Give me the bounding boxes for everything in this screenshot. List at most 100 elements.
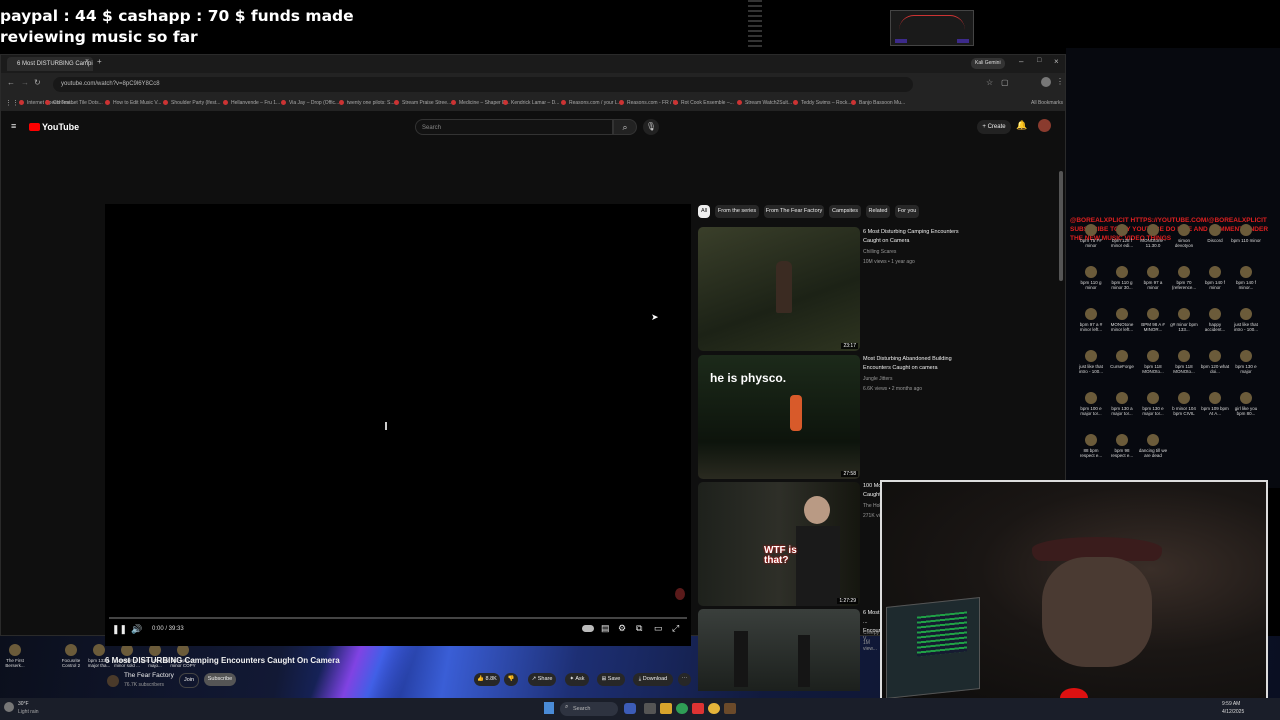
desktop-icon[interactable]: just like that intro - 100...	[1076, 350, 1106, 374]
all-bookmarks[interactable]: All Bookmarks	[1031, 100, 1063, 106]
desktop-icon[interactable]: MONOtone minor left...	[1107, 308, 1137, 332]
desktop-icon[interactable]: bpm 70 (reference...	[1169, 266, 1199, 290]
bookmark-item[interactable]: twenty one pilots: S...	[339, 100, 395, 106]
desktop-icon[interactable]: just like that intro - 100...	[1231, 308, 1261, 332]
bookmark-item[interactable]: Medicine – Shaper E...	[451, 100, 510, 106]
search-button-icon[interactable]: ⌕	[613, 119, 637, 135]
bookmark-item[interactable]: Teddy Swims – Rock...	[793, 100, 852, 106]
taskview-icon[interactable]	[624, 703, 636, 714]
minimize-icon[interactable]: –	[1019, 57, 1023, 66]
desktop-icon[interactable]: bpm 130 e major	[1231, 350, 1261, 374]
desktop-icon[interactable]: bpm 118 MONOto...	[1169, 350, 1199, 374]
desktop-icon[interactable]: girl like you bpm 80...	[1231, 392, 1261, 416]
bookmark-item[interactable]: Via Jay – Drop (Offic...	[281, 100, 339, 106]
rec-thumb-2[interactable]: he is physco. 27:58	[698, 355, 860, 479]
like-button[interactable]: 👍 8.8K	[474, 673, 500, 686]
rec-title-2[interactable]: Most Disturbing Abandoned Building Encou…	[863, 355, 963, 373]
share-button[interactable]: ↗ Share	[528, 673, 556, 686]
channel-avatar[interactable]	[107, 675, 119, 687]
chip-from-channel[interactable]: From The Fear Factory	[764, 205, 824, 218]
desktop-icon[interactable]: MONOtone - 11.30.0	[1138, 224, 1168, 248]
tab-close-icon[interactable]: ×	[85, 58, 89, 65]
youtube-logo[interactable]: YouTube	[29, 122, 79, 132]
desktop-icon[interactable]: bpm 97 a # minor left...	[1076, 308, 1106, 332]
rec-thumb-1[interactable]: 23:17	[698, 227, 860, 351]
profile-avatar[interactable]	[1041, 77, 1051, 87]
extensions-icon[interactable]: ▢	[1001, 78, 1009, 87]
chip-campsites[interactable]: Campsites	[829, 205, 861, 218]
chip-for-you[interactable]: For you	[895, 205, 919, 218]
channel-name[interactable]: The Fear Factory	[124, 672, 174, 679]
page-scrollbar[interactable]	[1059, 171, 1063, 281]
download-button[interactable]: ⤓ Download	[633, 673, 673, 686]
desktop-icon[interactable]: bpm 118 MONOto...	[1138, 350, 1168, 374]
rec-title-1[interactable]: 6 Most Disturbing Camping Encounters Cau…	[863, 228, 963, 246]
desktop-icon[interactable]: g# minor bpm 133...	[1169, 308, 1199, 332]
fullscreen-icon[interactable]: ⤢	[672, 623, 679, 634]
video-player[interactable]: ➤ ❚❚ 🔊 0:00 / 39:33 ▤ ⚙ ⧉ ▭ ⤢	[105, 204, 691, 646]
app-icon-3[interactable]	[724, 703, 736, 714]
desktop-icon[interactable]: happy accident...	[1200, 308, 1230, 332]
ask-button[interactable]: ✦ Ask	[565, 673, 589, 686]
chrome-icon[interactable]	[708, 703, 720, 714]
bookmark-item[interactable]: How to Edit Music V...	[105, 100, 161, 106]
weather-icon[interactable]	[4, 702, 14, 712]
save-button[interactable]: ⊞ Save	[597, 673, 625, 686]
desktop-icon[interactable]: BPM 98 A # MINOR...	[1138, 308, 1168, 332]
desktop-icon[interactable]: bpm 130 e major tor...	[1138, 392, 1168, 416]
desktop-icon[interactable]: bpm 75 F# minor	[1076, 224, 1106, 248]
apps-icon[interactable]: ⋮⋮	[5, 99, 19, 107]
desktop-icon[interactable]: bpm 110 g minor 30...	[1107, 266, 1137, 290]
subscribe-button[interactable]: Subscribe	[204, 673, 236, 686]
maximize-icon[interactable]: □	[1037, 57, 1041, 64]
desktop-icon[interactable]: simon devotyon	[1169, 224, 1199, 248]
desktop-icon[interactable]: Focusrite Control 2	[56, 644, 86, 668]
chip-all[interactable]: All	[698, 205, 710, 218]
desktop-icon[interactable]: bpm 109 bpm At A...	[1200, 392, 1230, 416]
subtitles-icon[interactable]: ▤	[601, 623, 610, 634]
desktop-icon[interactable]: bpm 110 g minor	[1076, 266, 1106, 290]
desktop-icon[interactable]: dancing till we are dead	[1138, 434, 1168, 458]
hamburger-menu-icon[interactable]: ≡	[11, 121, 16, 131]
microphone-icon[interactable]: 🎙	[643, 119, 659, 135]
chip-related[interactable]: Related	[866, 205, 890, 218]
bookmark-item[interactable]: Rot Cook Ensemble –...	[673, 100, 734, 106]
progress-bar[interactable]	[109, 617, 687, 619]
start-icon[interactable]	[544, 702, 554, 714]
settings-gear-icon[interactable]: ⚙	[618, 623, 626, 634]
desktop-icon[interactable]: bpm 110 minor	[1231, 224, 1261, 243]
bookmark-item[interactable]: Chromebet Tile Dots...	[45, 100, 103, 106]
desktop-icon[interactable]: bpm 140 f minor	[1200, 266, 1230, 290]
bookmark-item[interactable]: Stream Praise Stree...	[394, 100, 451, 106]
rec-channel-2[interactable]: Jungle Jitters	[863, 376, 892, 382]
chip-from-series[interactable]: From the series	[715, 205, 759, 218]
create-button[interactable]: + Create	[977, 120, 1011, 134]
theater-mode-icon[interactable]: ▭	[654, 623, 663, 634]
desktop-icon[interactable]: bpm 97 a minor	[1138, 266, 1168, 290]
url-field[interactable]: youtube.com/watch?v=8pC9l6Y8Cc8	[53, 77, 913, 92]
close-window-icon[interactable]: ×	[1054, 57, 1059, 66]
bookmark-item[interactable]: Reasons.com / your L...	[561, 100, 622, 106]
bookmark-item[interactable]: Banjo Bassoon Mu...	[851, 100, 905, 106]
new-tab-icon[interactable]: +	[97, 57, 102, 66]
desktop-icon[interactable]: bpm 120 what doi...	[1200, 350, 1230, 374]
desktop-icon[interactable]: bpm 100 e major tor...	[1076, 392, 1106, 416]
rec-thumb-4[interactable]	[698, 609, 860, 691]
file-explorer-icon[interactable]	[660, 703, 672, 714]
desktop-icon[interactable]: The First Berserk...	[0, 644, 30, 668]
bookmark-item[interactable]: Kendrick Lamar – D...	[503, 100, 559, 106]
youtube-app-icon[interactable]	[692, 703, 704, 714]
rec-channel-1[interactable]: Chilling Scares	[863, 249, 896, 255]
desktop-icon[interactable]: bpm 140 f minor...	[1231, 266, 1261, 290]
desktop-icon[interactable]: Discord	[1200, 224, 1230, 243]
bookmark-star-icon[interactable]: ☆	[986, 78, 993, 87]
account-avatar[interactable]	[1038, 119, 1051, 132]
reload-icon[interactable]: ↻	[34, 78, 41, 87]
profile-chip[interactable]: Kali Gemini	[971, 58, 1005, 69]
notifications-bell-icon[interactable]: 🔔	[1016, 120, 1027, 131]
search-input[interactable]: Search	[415, 119, 613, 135]
desktop-icon[interactable]: bpm 128 f minor edi...	[1107, 224, 1137, 248]
bookmark-item[interactable]: Reasons.com - FR / I...	[619, 100, 678, 106]
desktop-icon[interactable]: 88 bpm respect e...	[1076, 434, 1106, 458]
dislike-icon[interactable]: 👎	[504, 673, 518, 686]
